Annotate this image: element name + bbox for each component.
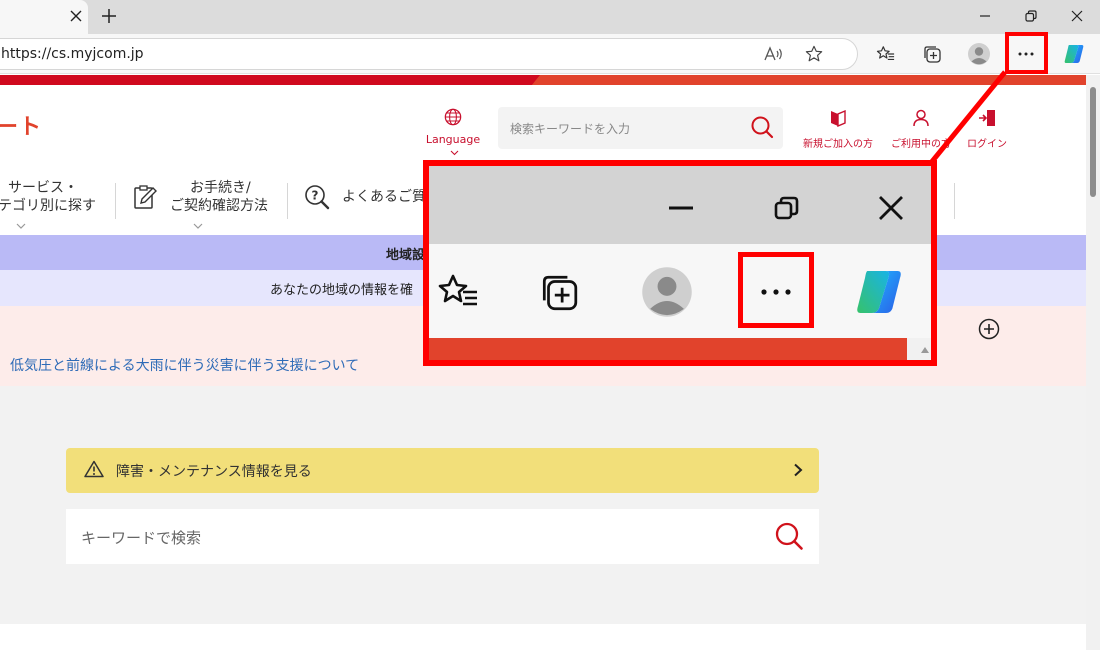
close-icon <box>1071 10 1083 22</box>
favorites-list-icon <box>876 46 895 60</box>
zoomed-toolbar <box>429 244 931 338</box>
zoomed-more-highlight <box>738 252 814 328</box>
zoomed-favorites-button <box>429 262 489 322</box>
nav-label-line1: よくあるご質 <box>342 189 426 205</box>
keyword-search-placeholder: キーワードで検索 <box>81 529 202 547</box>
collections-button[interactable] <box>917 39 947 69</box>
nav-label-line1: お手続き/ <box>190 180 251 196</box>
read-aloud-button[interactable] <box>759 39 789 69</box>
new-customer-link[interactable]: 新規ご加入の方 <box>802 109 874 150</box>
maintenance-info-button[interactable]: 障害・メンテナンス情報を見る <box>66 448 819 493</box>
svg-text:?: ? <box>312 189 319 203</box>
warning-icon <box>84 460 104 478</box>
plus-icon <box>102 9 116 23</box>
beginner-mark-icon <box>831 109 846 128</box>
existing-customer-label: ご利用中の方 <box>891 139 951 150</box>
nav-label-line2: テゴリ別に探す <box>0 198 96 214</box>
restore-button[interactable] <box>1008 0 1054 32</box>
favorites-list-icon <box>438 274 477 306</box>
region-subtitle: あなたの地域の情報を確 <box>270 283 414 298</box>
zoomed-title-bar <box>429 166 931 244</box>
chevron-down-icon <box>450 150 458 156</box>
restore-icon <box>774 196 799 220</box>
profile-button[interactable] <box>964 39 994 69</box>
globe-icon <box>444 108 462 126</box>
chevron-right-icon <box>794 463 803 477</box>
disaster-support-link[interactable]: 低気圧と前線による大雨に伴う災害に伴う支援について <box>10 355 359 375</box>
tab-bar <box>0 0 1100 34</box>
brand-bar <box>0 75 1086 85</box>
zoomed-close-button <box>861 182 921 234</box>
zoomed-minimize-button <box>651 182 711 234</box>
nav-label-line2: ご契約確認方法 <box>170 198 268 214</box>
zoomed-scrollbar <box>907 338 931 360</box>
nav-item-procedures[interactable]: お手続き/ ご契約確認方法 <box>116 175 286 235</box>
scroll-up-arrow-icon <box>921 347 929 353</box>
zoomed-profile-button <box>637 262 697 322</box>
more-button-highlight <box>1005 32 1048 74</box>
expand-plus-icon[interactable] <box>978 318 1000 340</box>
header-search-box[interactable]: 検索キーワードを入力 <box>498 107 783 149</box>
search-question-icon: ? <box>305 185 330 210</box>
edit-document-icon <box>134 185 157 209</box>
login-icon <box>979 110 995 126</box>
minimize-button[interactable] <box>962 0 1008 32</box>
minimize-icon <box>980 15 990 17</box>
content-section <box>0 386 1086 624</box>
address-bar[interactable]: https://cs.myjcom.jp <box>0 38 858 70</box>
zoomed-restore-button <box>757 182 817 234</box>
search-icon[interactable] <box>774 521 804 551</box>
avatar-icon <box>968 43 990 65</box>
zoomed-toolbar-callout <box>423 160 937 366</box>
copilot-icon <box>857 271 901 313</box>
page-scrollbar[interactable] <box>1086 75 1100 650</box>
collections-icon <box>924 46 941 63</box>
maintenance-label: 障害・メンテナンス情報を見る <box>116 464 312 480</box>
browser-tab[interactable] <box>0 0 88 34</box>
nav-item-service-category[interactable]: サービス・ テゴリ別に探す <box>0 175 115 235</box>
header-search-placeholder: 検索キーワードを入力 <box>510 122 631 136</box>
existing-customer-link[interactable]: ご利用中の方 <box>886 109 956 150</box>
browser-toolbar: https://cs.myjcom.jp <box>0 32 1100 74</box>
scrollbar-thumb[interactable] <box>1090 87 1096 197</box>
minimize-icon <box>669 206 693 210</box>
zoomed-copilot-button <box>849 262 909 322</box>
zoomed-collections-button <box>529 262 589 322</box>
url-text: https://cs.myjcom.jp <box>1 46 144 62</box>
copilot-button[interactable] <box>1059 39 1089 69</box>
language-selector[interactable]: Language <box>422 108 484 159</box>
language-label: Language <box>425 133 481 146</box>
site-logo[interactable]: ート <box>0 109 42 141</box>
nav-label-line1: サービス・ <box>8 180 78 196</box>
login-link[interactable]: ログイン <box>962 109 1012 150</box>
nav-divider <box>954 183 955 219</box>
keyword-search-box[interactable]: キーワードで検索 <box>66 509 819 564</box>
restore-icon <box>1025 10 1037 22</box>
login-label: ログイン <box>967 139 1007 150</box>
favorite-button[interactable] <box>799 39 829 69</box>
star-icon <box>805 45 823 62</box>
close-icon <box>70 10 82 22</box>
close-icon <box>879 196 903 220</box>
person-icon <box>913 109 929 127</box>
new-customer-label: 新規ご加入の方 <box>803 139 873 150</box>
avatar-icon <box>642 267 692 317</box>
window-close-button[interactable] <box>1054 0 1100 32</box>
copilot-icon <box>1064 45 1084 63</box>
zoomed-brand-bar <box>429 338 931 360</box>
chevron-down-icon <box>193 223 203 229</box>
search-icon[interactable] <box>750 115 774 139</box>
favorites-button[interactable] <box>871 39 901 69</box>
nav-item-faq[interactable]: ? よくあるご質 <box>288 175 428 235</box>
chevron-down-icon <box>16 223 26 229</box>
region-title: 地域設 <box>386 248 426 263</box>
new-tab-button[interactable] <box>96 4 122 28</box>
collections-icon <box>542 275 578 311</box>
tab-close-button[interactable] <box>66 6 86 26</box>
read-aloud-icon <box>764 46 782 61</box>
